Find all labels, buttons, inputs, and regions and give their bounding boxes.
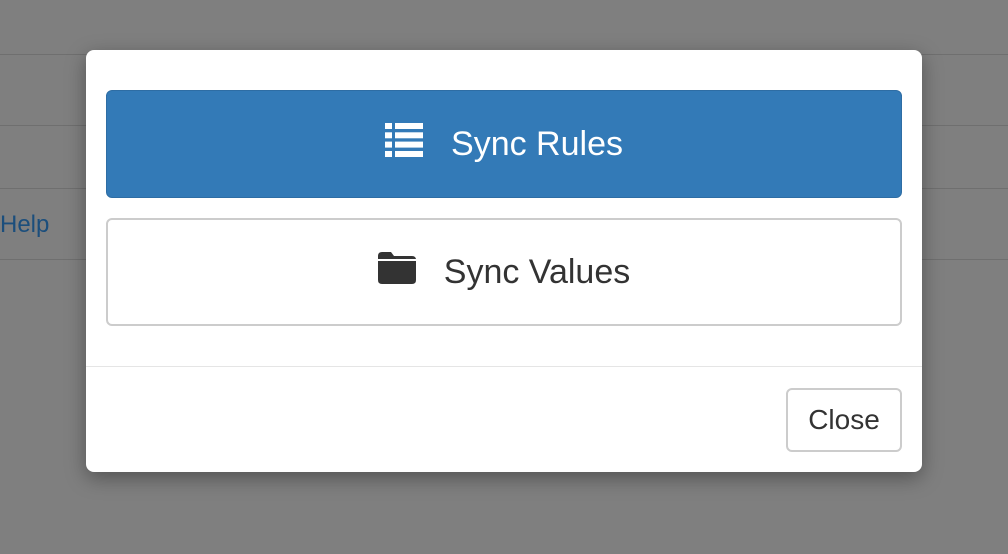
- sync-modal: Sync Rules Sync Values Close: [86, 50, 922, 472]
- sync-rules-button[interactable]: Sync Rules: [106, 90, 902, 198]
- folder-icon: [377, 251, 416, 293]
- sync-rules-label: Sync Rules: [451, 124, 623, 163]
- modal-body: Sync Rules Sync Values: [86, 50, 922, 366]
- close-button[interactable]: Close: [786, 388, 902, 452]
- sync-values-label: Sync Values: [443, 252, 631, 291]
- sync-values-button[interactable]: Sync Values: [106, 218, 902, 326]
- modal-footer: Close: [86, 366, 922, 472]
- list-icon: [385, 122, 424, 166]
- help-link[interactable]: Help: [0, 210, 49, 240]
